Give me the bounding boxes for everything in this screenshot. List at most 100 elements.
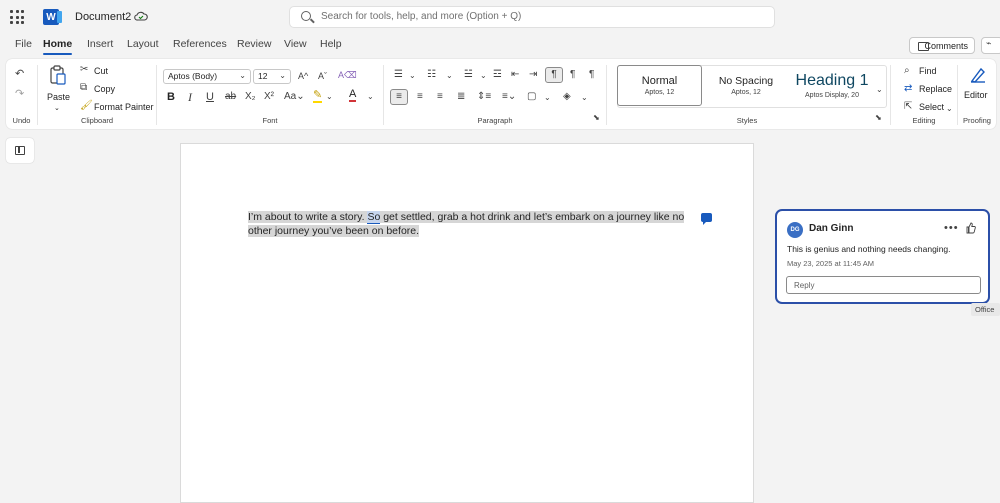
redo-icon[interactable]: ↷ bbox=[15, 88, 24, 100]
replace-button[interactable]: Replace bbox=[919, 84, 952, 94]
tab-home[interactable]: Home bbox=[43, 38, 73, 55]
app-launcher-icon[interactable] bbox=[10, 10, 24, 24]
chevron-down-icon: ⌄ bbox=[279, 71, 286, 80]
undo-group: ↶ ↷ Undo bbox=[6, 59, 37, 129]
document-body-text[interactable]: I’m about to write a story. So get settl… bbox=[248, 210, 688, 238]
cloud-saved-icon[interactable] bbox=[134, 10, 148, 22]
find-icon[interactable]: ⌕ bbox=[904, 65, 910, 77]
chevron-down-icon[interactable]: ⌄ bbox=[480, 70, 487, 82]
font-family-dropdown[interactable]: Aptos (Body) ⌄ bbox=[163, 69, 251, 84]
menu-bar: File Home Insert Layout References Revie… bbox=[0, 34, 1000, 56]
bold-icon[interactable]: B bbox=[167, 91, 175, 103]
format-painter-icon[interactable]: 🖌 bbox=[80, 100, 93, 112]
clear-formatting-icon[interactable]: A⌫ bbox=[338, 69, 357, 81]
underline-icon[interactable]: U bbox=[206, 91, 214, 103]
chevron-down-icon[interactable]: ⌄ bbox=[409, 70, 416, 82]
proofing-group-label: Proofing bbox=[963, 116, 991, 125]
grow-font-icon[interactable]: A^ bbox=[298, 70, 308, 82]
paste-icon[interactable] bbox=[49, 65, 67, 85]
reply-input[interactable]: Reply bbox=[786, 276, 981, 294]
tab-view[interactable]: View bbox=[284, 38, 307, 50]
select-button[interactable]: Select bbox=[919, 102, 944, 112]
cut-icon[interactable]: ✂ bbox=[80, 64, 88, 76]
comment-text: This is genius and nothing needs changin… bbox=[787, 244, 951, 254]
search-placeholder: Search for tools, help, and more (Option… bbox=[321, 11, 522, 22]
chevron-down-icon[interactable]: ⌄ bbox=[946, 103, 953, 115]
font-color-icon[interactable]: A bbox=[349, 89, 357, 102]
increase-indent-icon[interactable]: ⇥ bbox=[529, 69, 537, 81]
more-options-icon[interactable]: ••• bbox=[944, 222, 959, 234]
chevron-down-icon[interactable]: ⌄ bbox=[326, 91, 333, 103]
numbering-icon[interactable]: ☷ bbox=[427, 69, 436, 81]
commented-word[interactable]: So bbox=[367, 211, 381, 224]
like-icon[interactable] bbox=[966, 222, 976, 234]
line-spacing-icon[interactable]: ⇕≡ bbox=[477, 91, 491, 103]
selected-text-before: I’m about to write a story. bbox=[248, 211, 368, 223]
document-title[interactable]: Document2 bbox=[75, 11, 131, 23]
align-right-icon[interactable]: ≡ bbox=[437, 91, 443, 103]
ltr-direction-icon[interactable]: ¶ bbox=[545, 67, 563, 83]
editor-icon[interactable] bbox=[969, 66, 987, 84]
italic-icon[interactable]: I bbox=[188, 91, 192, 103]
subscript-icon[interactable]: X₂ bbox=[245, 91, 256, 103]
comment-marker-icon[interactable] bbox=[701, 213, 712, 225]
decrease-indent-icon[interactable]: ⇤ bbox=[511, 69, 519, 81]
editing-group-label: Editing bbox=[912, 116, 936, 125]
chevron-down-icon[interactable]: ⌄ bbox=[367, 91, 374, 103]
comment-card[interactable]: DG Dan Ginn ••• This is genius and nothi… bbox=[775, 209, 990, 304]
paste-label[interactable]: Paste bbox=[47, 92, 70, 102]
tab-file[interactable]: File bbox=[15, 38, 32, 50]
font-size-dropdown[interactable]: 12 ⌄ bbox=[253, 69, 291, 84]
bullets-icon[interactable]: ☰ bbox=[394, 69, 403, 81]
font-family-value: Aptos (Body) bbox=[168, 71, 218, 81]
justify-icon[interactable]: ≣ bbox=[457, 91, 465, 103]
copy-button[interactable]: Copy bbox=[94, 84, 115, 94]
highlight-icon[interactable]: ✎ bbox=[313, 90, 323, 103]
align-left-icon[interactable]: ≡ bbox=[390, 89, 408, 105]
chevron-down-icon[interactable]: ⌄ bbox=[581, 92, 588, 104]
multilevel-list-icon[interactable]: ☱ bbox=[464, 69, 473, 81]
shrink-font-icon[interactable]: Aˇ bbox=[318, 70, 327, 82]
reply-placeholder: Reply bbox=[794, 281, 815, 290]
replace-icon[interactable]: ⇄ bbox=[904, 83, 912, 95]
search-icon bbox=[301, 11, 311, 21]
document-page[interactable]: I’m about to write a story. So get settl… bbox=[180, 143, 754, 503]
cut-button[interactable]: Cut bbox=[94, 66, 108, 76]
undo-icon[interactable]: ↶ bbox=[15, 68, 24, 80]
paste-chevron-icon[interactable]: ⌄ bbox=[54, 104, 60, 112]
superscript-icon[interactable]: X² bbox=[264, 91, 274, 103]
change-case-icon[interactable]: Aa⌄ bbox=[284, 91, 305, 103]
tooltip: Office bbox=[971, 303, 1000, 316]
chevron-down-icon[interactable]: ⌄ bbox=[544, 92, 551, 104]
align-center-icon[interactable]: ≡ bbox=[417, 91, 423, 103]
select-icon[interactable]: ⇱ bbox=[904, 101, 912, 113]
comments-button[interactable]: Comments bbox=[909, 37, 975, 54]
format-painter-button[interactable]: Format Painter bbox=[94, 102, 154, 112]
tab-references[interactable]: References bbox=[173, 38, 227, 50]
navigation-pane-icon bbox=[15, 146, 25, 155]
rtl-direction-icon[interactable]: ¶ bbox=[570, 69, 575, 81]
find-button[interactable]: Find bbox=[919, 66, 937, 76]
search-box[interactable]: Search for tools, help, and more (Option… bbox=[289, 6, 775, 28]
chevron-down-icon[interactable]: ⌄ bbox=[446, 70, 453, 82]
shading-icon[interactable]: ◈ bbox=[563, 91, 571, 103]
clipboard-group: Paste ⌄ ✂ Cut ⧉ Copy 🖌 Format Painter Cl… bbox=[38, 59, 156, 129]
copy-icon[interactable]: ⧉ bbox=[80, 82, 87, 94]
styles-group-label: Styles bbox=[736, 116, 758, 125]
chevron-down-icon: ⌄ bbox=[239, 71, 246, 80]
paragraph-spacing-icon[interactable]: ≡⌄ bbox=[502, 91, 516, 103]
show-formatting-icon[interactable]: ¶ bbox=[589, 69, 594, 81]
editor-button[interactable]: Editor bbox=[964, 90, 988, 100]
navigation-pane-button[interactable] bbox=[6, 138, 34, 163]
tab-review[interactable]: Review bbox=[237, 38, 271, 50]
title-bar: W Document2 Search for tools, help, and … bbox=[0, 0, 1000, 34]
catch-up-button[interactable]: ⌁ bbox=[981, 37, 1000, 54]
font-group-label: Font bbox=[262, 116, 278, 125]
clipboard-group-label: Clipboard bbox=[80, 116, 114, 125]
tab-layout[interactable]: Layout bbox=[127, 38, 159, 50]
strikethrough-icon[interactable]: ab bbox=[225, 91, 236, 103]
tab-help[interactable]: Help bbox=[320, 38, 342, 50]
checklist-icon[interactable]: ☲ bbox=[493, 69, 502, 81]
borders-icon[interactable]: ▢ bbox=[527, 91, 536, 103]
tab-insert[interactable]: Insert bbox=[87, 38, 113, 50]
